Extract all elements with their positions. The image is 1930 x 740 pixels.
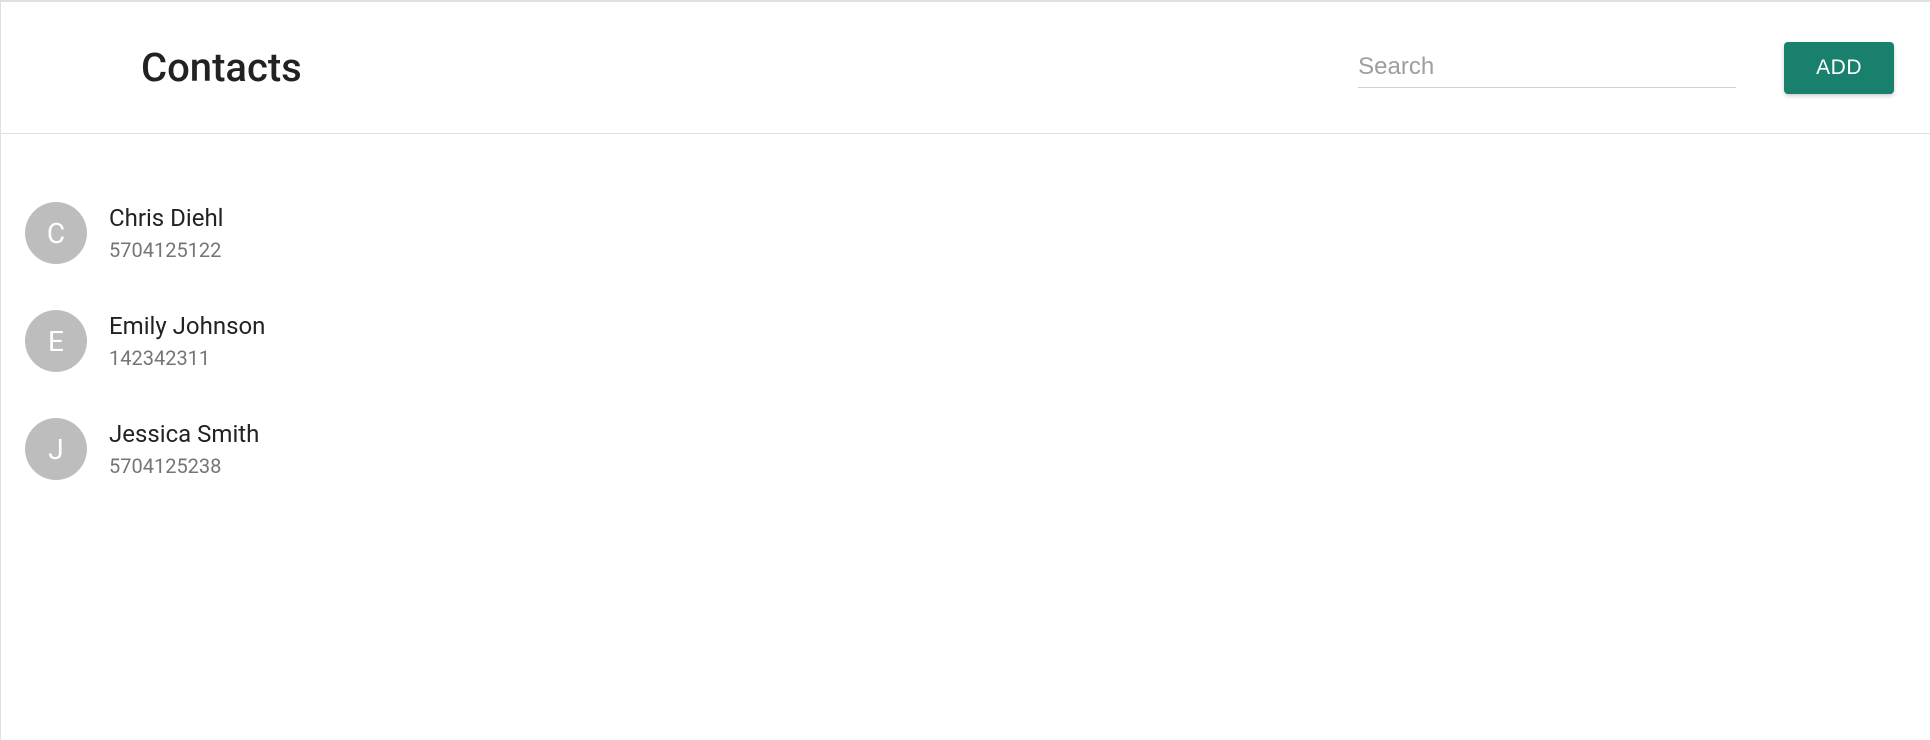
list-gap [1, 280, 1930, 294]
contact-text: Chris Diehl 5704125122 [109, 202, 224, 264]
avatar: E [25, 310, 87, 372]
contacts-list: C Chris Diehl 5704125122 E Emily Johnson… [1, 134, 1930, 496]
contact-item[interactable]: E Emily Johnson 142342311 [1, 294, 1930, 388]
page-title: Contacts [141, 44, 302, 91]
search-field-wrap [1358, 47, 1736, 88]
contact-name: Chris Diehl [109, 202, 224, 236]
avatar: C [25, 202, 87, 264]
contact-item[interactable]: J Jessica Smith 5704125238 [1, 402, 1930, 496]
contact-item[interactable]: C Chris Diehl 5704125122 [1, 186, 1930, 280]
contact-text: Emily Johnson 142342311 [109, 310, 265, 372]
avatar: J [25, 418, 87, 480]
contact-phone: 5704125122 [109, 236, 224, 264]
contact-text: Jessica Smith 5704125238 [109, 418, 259, 480]
contact-phone: 5704125238 [109, 452, 259, 480]
search-input[interactable] [1358, 47, 1736, 88]
list-gap [1, 388, 1930, 402]
add-button[interactable]: ADD [1784, 42, 1894, 94]
header: Contacts ADD [1, 2, 1930, 134]
contact-phone: 142342311 [109, 344, 265, 372]
contact-name: Jessica Smith [109, 418, 259, 452]
contact-name: Emily Johnson [109, 310, 265, 344]
